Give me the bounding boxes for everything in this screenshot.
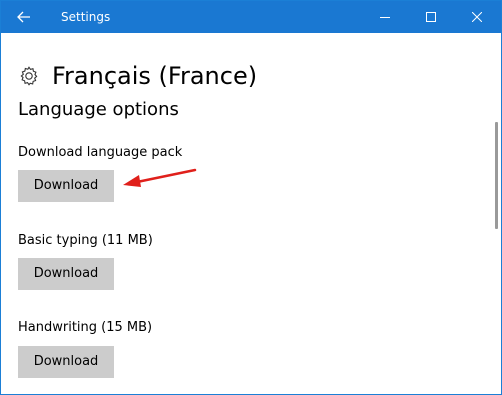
minimize-button[interactable] bbox=[362, 1, 408, 33]
handwriting-label: Handwriting (15 MB) bbox=[18, 320, 153, 335]
download-basic-typing-button[interactable]: Download bbox=[18, 258, 114, 290]
title-bar: Settings bbox=[1, 1, 501, 33]
window-title: Settings bbox=[61, 10, 111, 24]
download-language-pack-label: Download language pack bbox=[18, 145, 183, 160]
basic-typing-label: Basic typing (11 MB) bbox=[18, 233, 153, 248]
maximize-icon bbox=[426, 12, 436, 22]
minimize-icon bbox=[380, 17, 390, 18]
back-button[interactable] bbox=[1, 1, 47, 33]
download-handwriting-button[interactable]: Download bbox=[18, 346, 114, 378]
close-button[interactable] bbox=[454, 1, 500, 33]
page-header: Français (France) bbox=[18, 61, 257, 91]
maximize-button[interactable] bbox=[408, 1, 454, 33]
settings-window: Settings Français (France) Language opti… bbox=[0, 0, 502, 395]
download-language-pack-button[interactable]: Download bbox=[18, 170, 114, 202]
back-arrow-icon bbox=[17, 11, 30, 23]
red-arrow-icon bbox=[123, 168, 197, 187]
page-title: Français (France) bbox=[52, 62, 258, 90]
gear-icon bbox=[18, 65, 40, 87]
close-icon bbox=[472, 12, 482, 22]
scrollbar[interactable] bbox=[495, 122, 498, 229]
section-title: Language options bbox=[18, 99, 179, 120]
